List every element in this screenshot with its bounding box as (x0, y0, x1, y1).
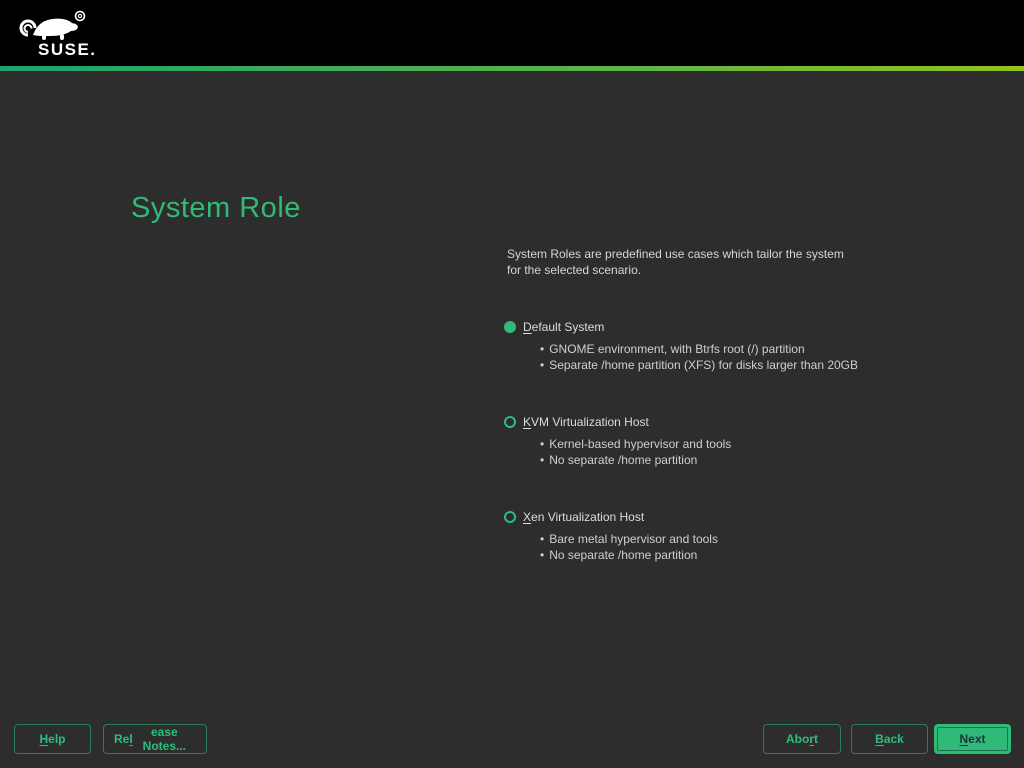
bullet-glyph: • (540, 342, 545, 356)
role-detail-item: • No separate /home partition (540, 548, 698, 562)
help-button[interactable]: Help (14, 724, 91, 754)
role-option-default-system[interactable]: Default System • GNOME environment, with … (504, 320, 944, 373)
role-radio-0[interactable] (504, 321, 516, 333)
role-detail-item: • GNOME environment, with Btrfs root (/) … (540, 342, 805, 356)
role-option-kvm-virtualization-host[interactable]: KVM Virtualization Host • Kernel-based hy… (504, 415, 944, 468)
bullet-glyph: • (540, 358, 545, 372)
role-radio-row[interactable]: KVM Virtualization Host (504, 415, 944, 429)
role-radio-2[interactable] (504, 511, 516, 523)
suse-chameleon-icon (19, 10, 86, 40)
bullet-glyph: • (540, 548, 545, 562)
role-label[interactable]: Xen Virtualization Host (523, 510, 644, 524)
role-label[interactable]: KVM Virtualization Host (523, 415, 649, 429)
mnemonic-letter: H (39, 732, 49, 746)
mnemonic-letter: B (875, 732, 884, 746)
role-detail-item: • Bare metal hypervisor and tools (540, 532, 718, 546)
next-button[interactable]: Next (934, 724, 1011, 754)
role-detail-item: • Separate /home partition (XFS) for disk… (540, 358, 859, 372)
role-detail-item: • Kernel-based hypervisor and tools (540, 437, 732, 451)
role-radio-row[interactable]: Default System (504, 320, 944, 334)
role-details: • Kernel-based hypervisor and tools • No s… (540, 436, 944, 468)
suse-wordmark: SUSE. (38, 40, 97, 59)
release-notes-button[interactable]: Re l ease Notes... (103, 724, 207, 754)
role-details: • Bare metal hypervisor and tools • No sep… (540, 531, 944, 563)
brand-gradient-divider (0, 66, 1024, 71)
role-radio-row[interactable]: Xen Virtualization Host (504, 510, 944, 524)
bullet-glyph: • (540, 453, 545, 467)
role-detail-item: • No separate /home partition (540, 453, 698, 467)
back-button[interactable]: Back (851, 724, 928, 754)
mnemonic-letter: D (523, 320, 532, 334)
page-title: System Role (131, 192, 301, 224)
mnemonic-letter: N (959, 732, 969, 746)
installer-window: SUSE. System Role System Roles are prede… (0, 0, 1024, 768)
mnemonic-letter: K (523, 415, 532, 429)
bullet-glyph: • (540, 532, 545, 546)
role-radio-1[interactable] (504, 416, 516, 428)
role-option-xen-virtualization-host[interactable]: Xen Virtualization Host • Bare metal hype… (504, 510, 944, 563)
mnemonic-letter: X (523, 510, 532, 524)
role-description-text: System Roles are predefined use cases wh… (507, 247, 844, 277)
bullet-glyph: • (540, 437, 545, 451)
suse-logo: SUSE. (14, 6, 104, 62)
role-details: • GNOME environment, with Btrfs root (/) … (540, 341, 944, 373)
abort-button[interactable]: Abo r t (763, 724, 841, 754)
top-brand-bar: SUSE. (0, 0, 1024, 66)
role-label[interactable]: Default System (523, 320, 604, 334)
